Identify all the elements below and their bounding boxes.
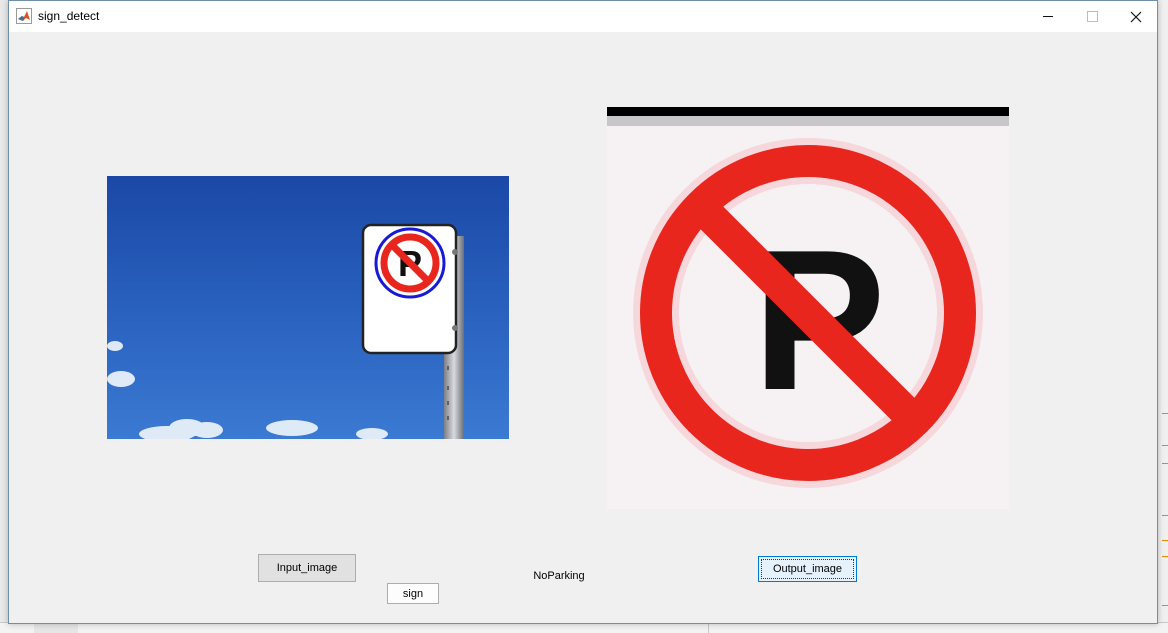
window-title: sign_detect <box>38 9 100 23</box>
output-image: P <box>607 107 1009 509</box>
close-button[interactable] <box>1113 1 1159 32</box>
background-marker <box>1162 445 1168 446</box>
close-icon <box>1130 11 1142 22</box>
sign-button[interactable]: sign <box>387 583 439 604</box>
input-image-button[interactable]: Input_image <box>258 554 356 582</box>
background-marker <box>1162 540 1168 541</box>
focus-rectangle <box>761 559 854 579</box>
maximize-icon <box>1086 11 1098 22</box>
background-marker <box>1162 413 1168 414</box>
maximize-button[interactable] <box>1069 1 1115 32</box>
result-label: NoParking <box>533 570 585 582</box>
matlab-icon <box>16 8 32 24</box>
minimize-button[interactable] <box>1025 1 1071 32</box>
background-marker <box>1162 463 1168 464</box>
figure-window: sign_detect Input_image sign NoParking O… <box>8 0 1158 624</box>
input-image: P <box>107 176 509 439</box>
output-image-button[interactable]: Output_image <box>758 556 857 582</box>
background-marker <box>1162 556 1168 557</box>
input-image-axes: P <box>107 176 509 439</box>
title-bar[interactable]: sign_detect <box>9 1 1157 32</box>
background-marker <box>1162 605 1168 606</box>
background-app-right-edge <box>1158 0 1168 632</box>
background-marker <box>1162 515 1168 516</box>
output-image-axes: P <box>607 107 1009 509</box>
minimize-icon <box>1043 16 1053 17</box>
